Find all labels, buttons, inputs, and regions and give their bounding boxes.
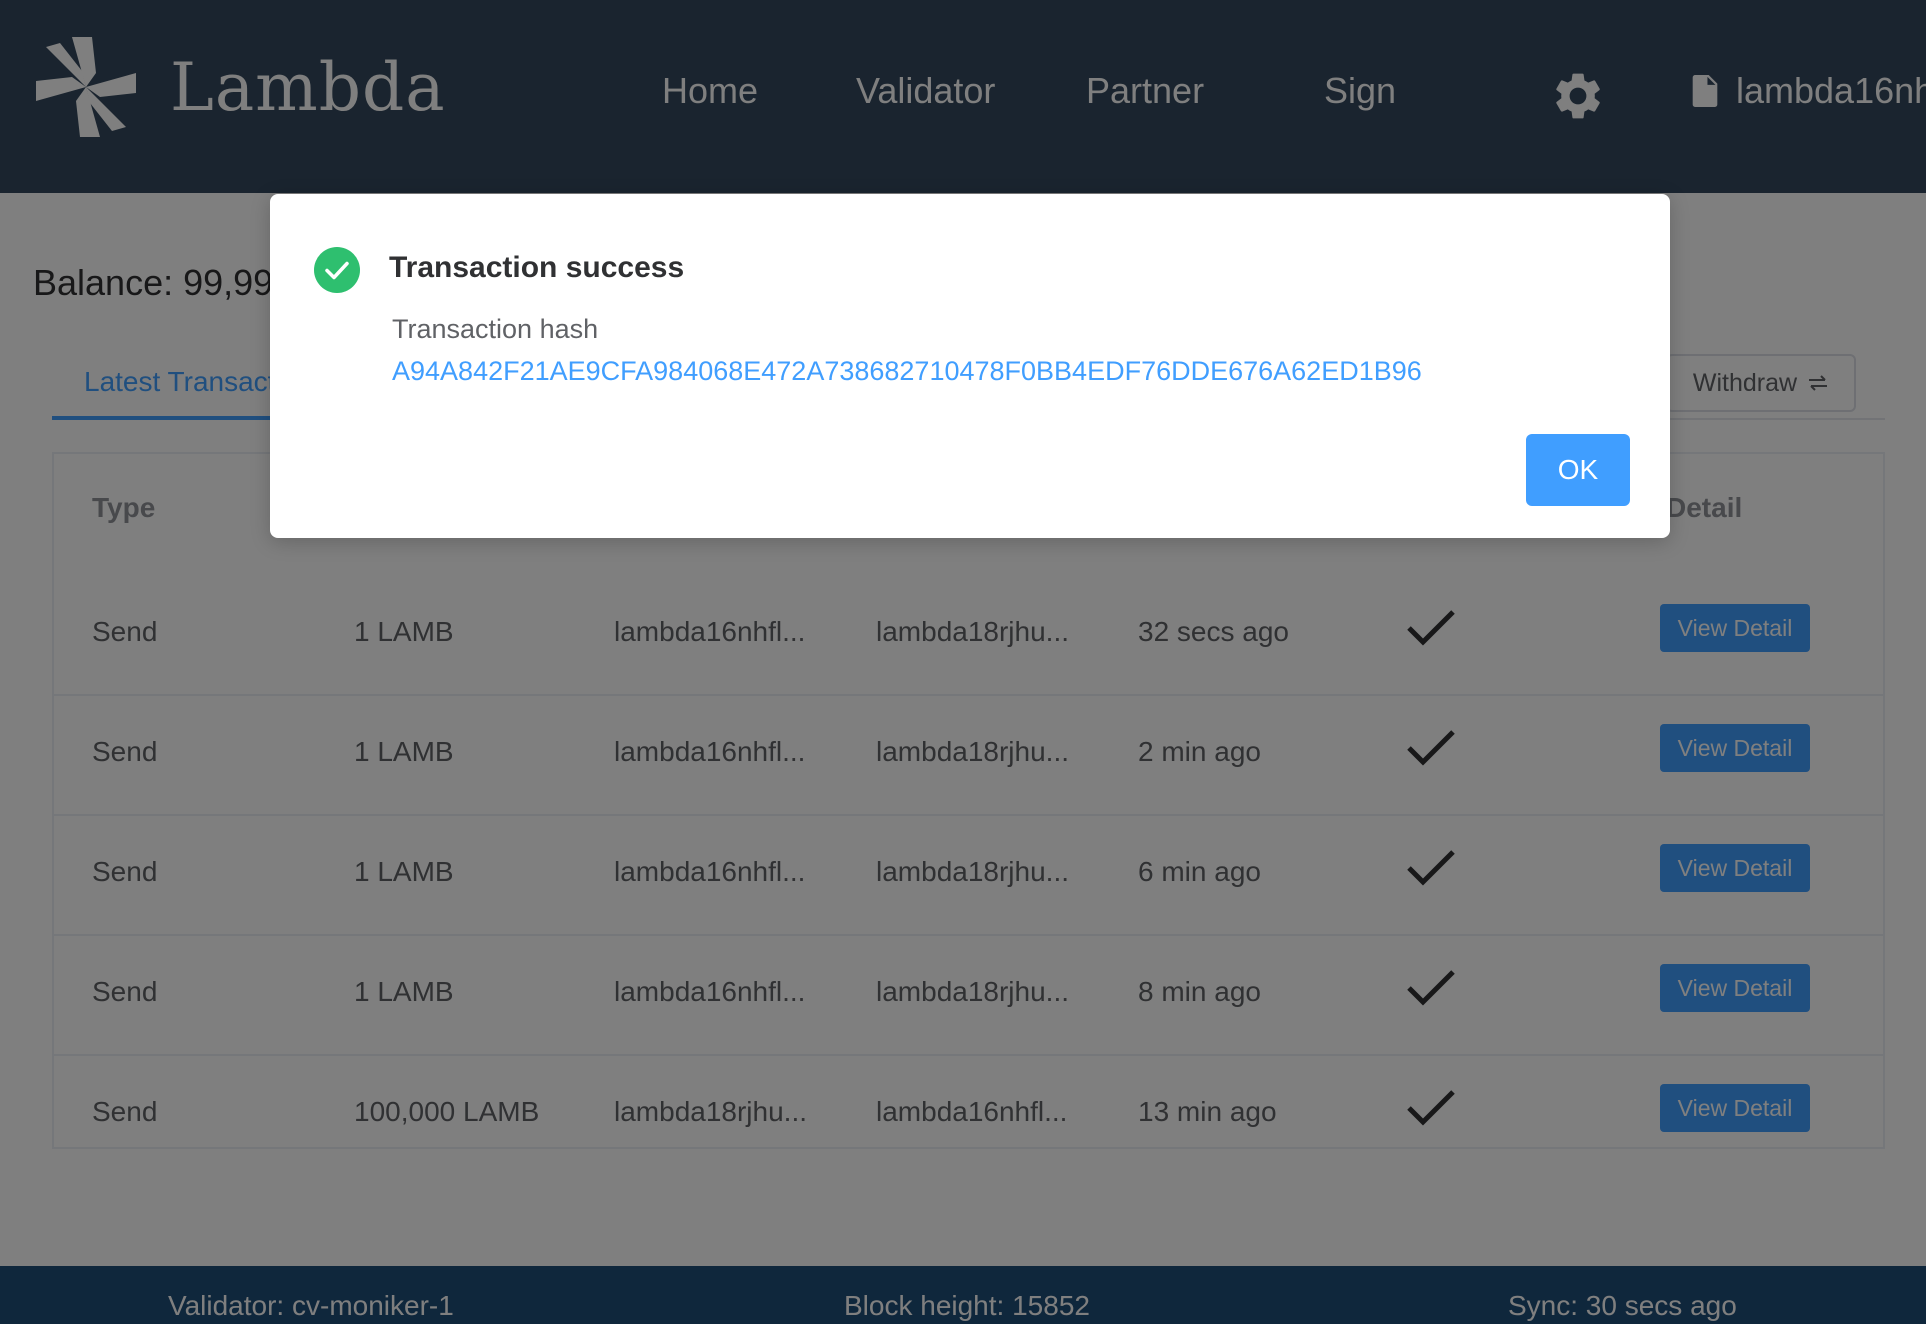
transaction-success-dialog: Transaction success Transaction hash A94… <box>270 194 1670 538</box>
hash-label: Transaction hash <box>392 314 599 344</box>
dialog-title: Transaction success <box>389 251 685 284</box>
success-check-icon <box>314 247 360 293</box>
ok-button[interactable]: OK <box>1526 434 1630 506</box>
transaction-hash-link[interactable]: A94A842F21AE9CFA984068E472A738682710478F… <box>392 356 1422 387</box>
